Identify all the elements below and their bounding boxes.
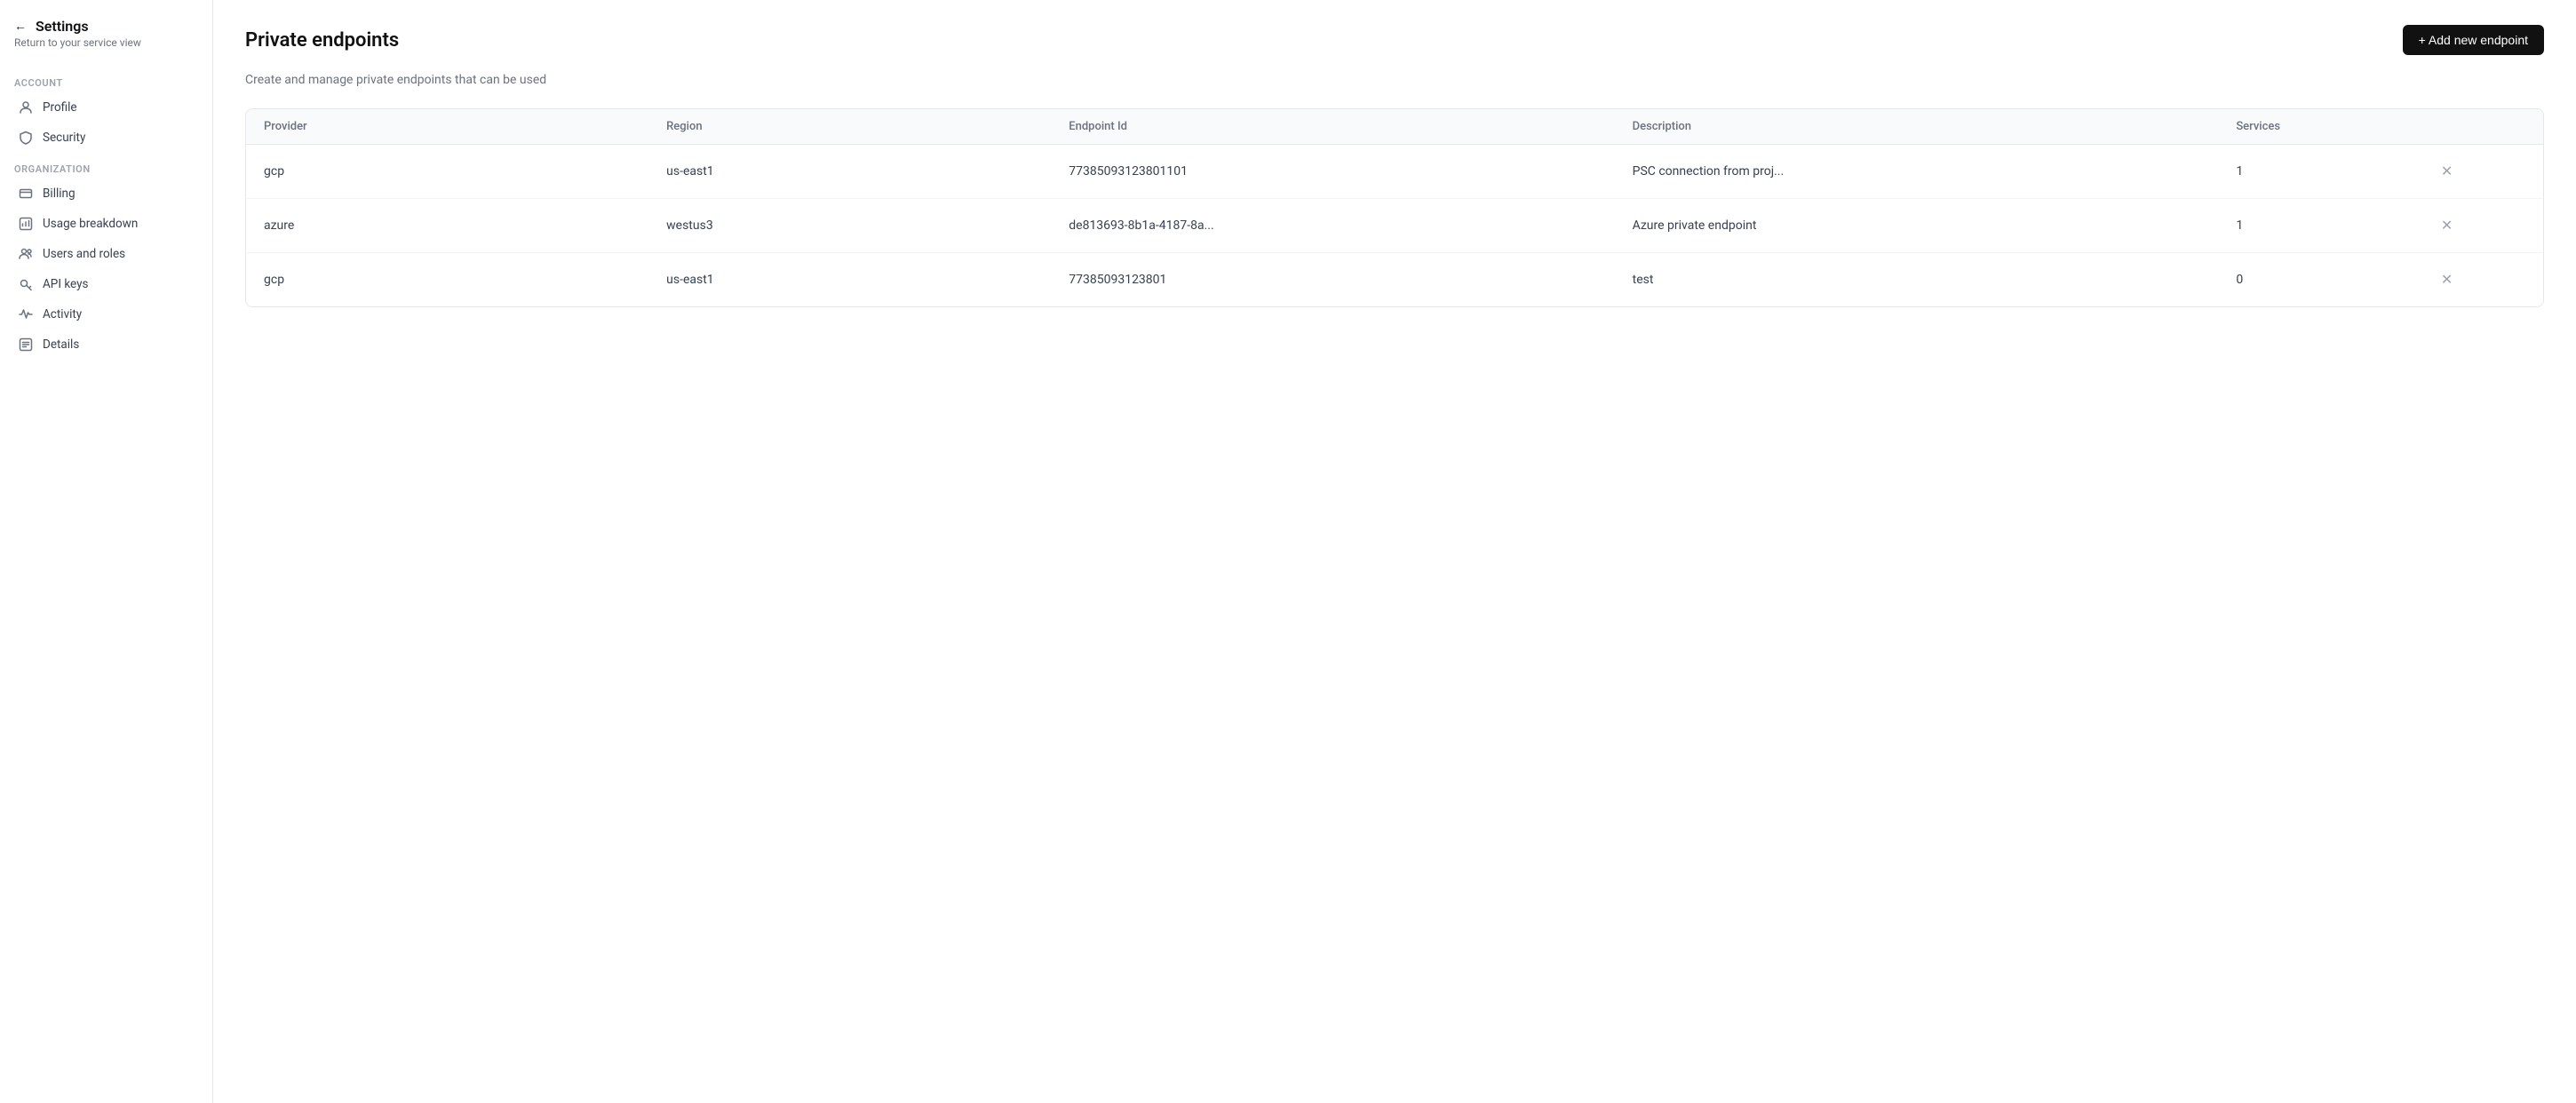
sidebar-item-billing[interactable]: Billing [4,179,209,209]
table-header: Provider Region Endpoint Id Description … [246,109,2543,145]
key-icon [18,276,34,292]
row-1-region: westus3 [648,199,1051,253]
col-header-action [2420,109,2543,145]
table-body: gcp us-east1 77385093123801101 PSC conne… [246,145,2543,307]
sidebar-item-api-keys[interactable]: API keys [4,269,209,299]
person-icon [18,99,34,115]
table-row: azure westus3 de813693-8b1a-4187-8a... A… [246,199,2543,253]
details-icon [18,337,34,353]
users-icon [18,246,34,262]
row-0-services: 1 [2218,145,2420,199]
sidebar-item-users-and-roles[interactable]: Users and roles [4,239,209,269]
remove-endpoint-2-button[interactable]: ✕ [2437,267,2456,292]
sidebar-item-details[interactable]: Details [4,329,209,360]
sidebar-item-security-label: Security [43,131,85,145]
row-2-endpoint-id: 77385093123801 [1051,253,1614,307]
account-section-label: Account [0,70,212,92]
remove-endpoint-1-button[interactable]: ✕ [2437,213,2456,238]
col-header-services: Services [2218,109,2420,145]
sidebar-item-usage-label: Usage breakdown [43,217,138,231]
sidebar-item-profile[interactable]: Profile [4,92,209,123]
billing-icon [18,186,34,202]
row-2-provider: gcp [246,253,648,307]
row-0-endpoint-id: 77385093123801101 [1051,145,1614,199]
col-header-region: Region [648,109,1051,145]
main-content: Private endpoints + Add new endpoint Cre… [213,0,2576,1103]
page-title: Private endpoints [245,29,399,52]
usage-icon [18,216,34,232]
sidebar-item-profile-label: Profile [43,100,77,115]
row-0-action: ✕ [2420,145,2543,199]
endpoints-table-container: Provider Region Endpoint Id Description … [245,108,2544,307]
add-new-endpoint-button[interactable]: + Add new endpoint [2403,25,2544,55]
page-description: Create and manage private endpoints that… [245,73,2544,87]
row-1-endpoint-id: de813693-8b1a-4187-8a... [1051,199,1614,253]
row-1-description: Azure private endpoint [1615,199,2219,253]
back-arrow-icon: ← [14,19,27,34]
row-1-provider: azure [246,199,648,253]
activity-icon [18,306,34,322]
col-header-provider: Provider [246,109,648,145]
main-header: Private endpoints + Add new endpoint [245,25,2544,55]
organization-section-label: Organization [0,156,212,179]
remove-endpoint-0-button[interactable]: ✕ [2437,159,2456,184]
row-0-description: PSC connection from proj... [1615,145,2219,199]
sidebar-item-billing-label: Billing [43,186,76,201]
row-0-region: us-east1 [648,145,1051,199]
row-2-region: us-east1 [648,253,1051,307]
sidebar-item-activity[interactable]: Activity [4,299,209,329]
sidebar-item-api-keys-label: API keys [43,277,88,291]
row-2-description: test [1615,253,2219,307]
col-header-endpoint-id: Endpoint Id [1051,109,1614,145]
sidebar-item-users-label: Users and roles [43,247,125,261]
sidebar-title: Settings [36,18,89,35]
endpoints-table: Provider Region Endpoint Id Description … [246,109,2543,306]
sidebar-item-usage-breakdown[interactable]: Usage breakdown [4,209,209,239]
table-row: gcp us-east1 77385093123801 test 0 ✕ [246,253,2543,307]
sidebar-item-security[interactable]: Security [4,123,209,153]
row-1-action: ✕ [2420,199,2543,253]
table-row: gcp us-east1 77385093123801101 PSC conne… [246,145,2543,199]
row-2-action: ✕ [2420,253,2543,307]
row-2-services: 0 [2218,253,2420,307]
row-1-services: 1 [2218,199,2420,253]
col-header-description: Description [1615,109,2219,145]
shield-icon [18,130,34,146]
return-to-service-link[interactable]: Return to your service view [14,36,198,49]
sidebar: ← Settings Return to your service view A… [0,0,213,1103]
sidebar-item-details-label: Details [43,337,79,352]
sidebar-header: ← Settings Return to your service view [0,14,212,67]
row-0-provider: gcp [246,145,648,199]
sidebar-item-activity-label: Activity [43,307,82,321]
